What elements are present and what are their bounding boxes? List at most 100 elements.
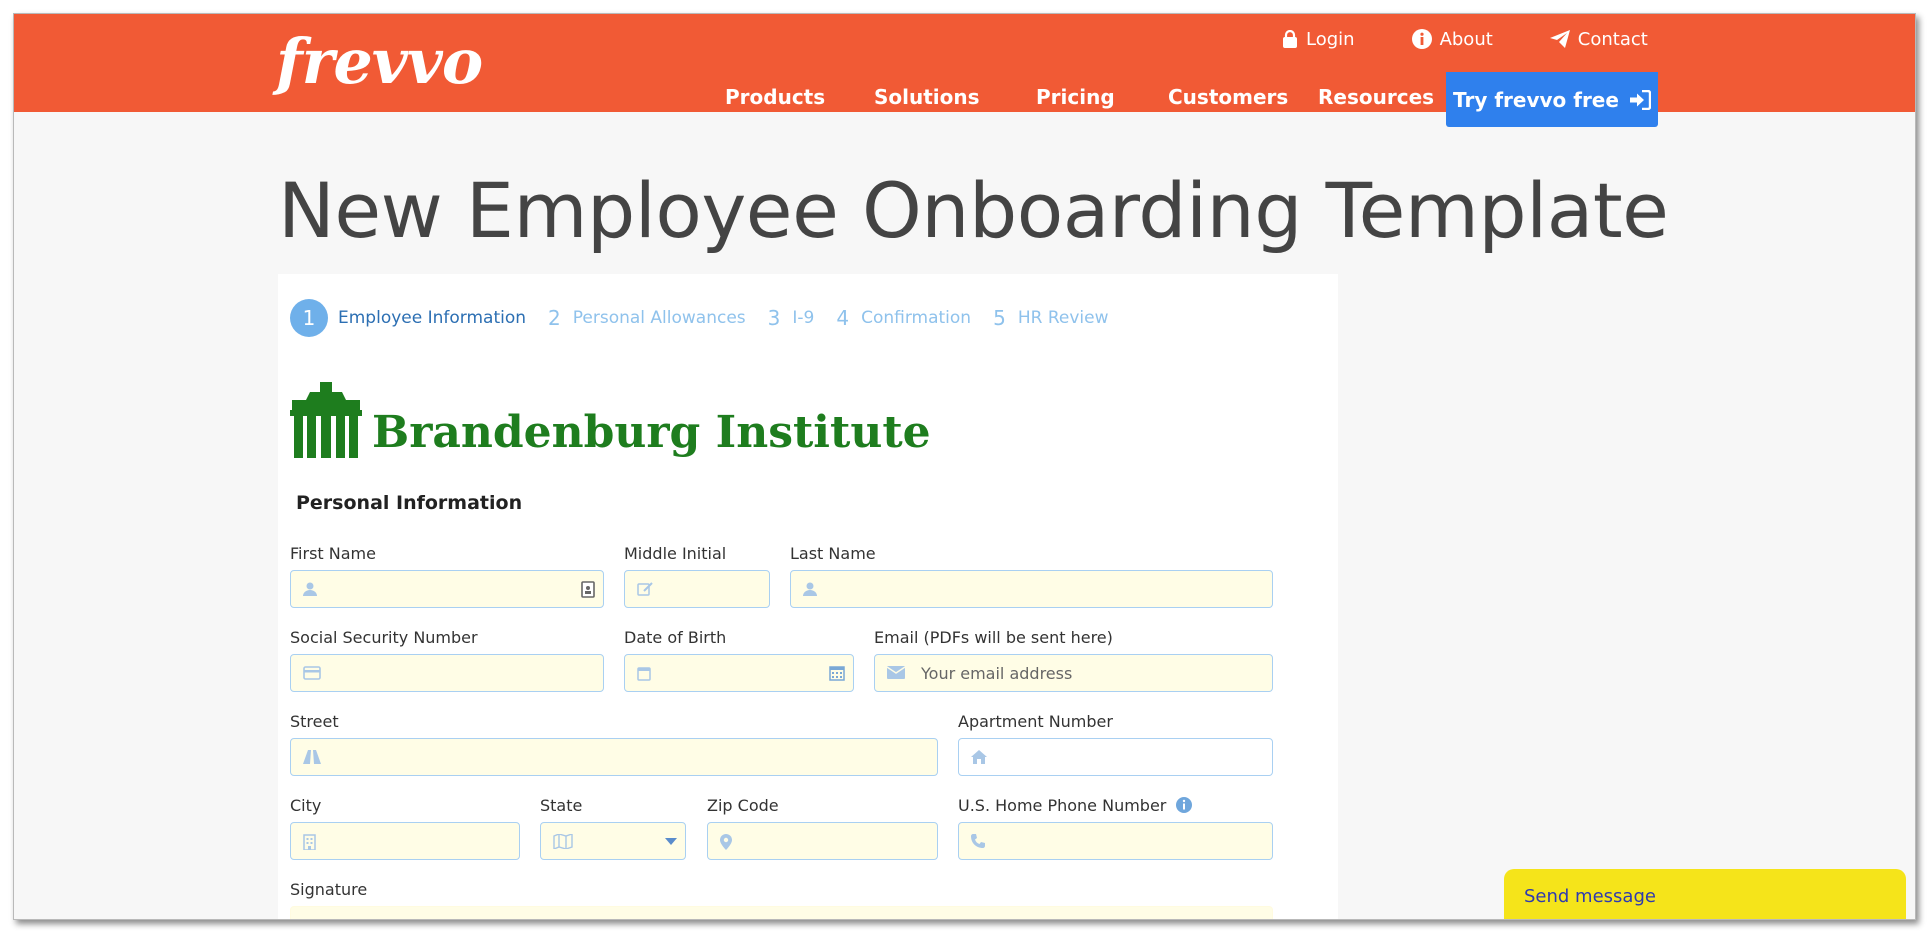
step-number: 5 [993,306,1006,330]
chevron-down-icon[interactable] [665,838,677,846]
section-title-personal-information: Personal Information [296,492,523,514]
contact-link[interactable]: Contact [1549,28,1648,50]
zip-label: Zip Code [707,795,779,815]
phone-icon [971,834,985,848]
last-name-label: Last Name [790,543,876,563]
lock-icon [1283,30,1297,48]
sign-in-icon [1629,89,1651,110]
step-label: Confirmation [861,308,972,328]
city-field: City [290,794,520,860]
browser-viewport: frevvo Login About Contact Products Solu… [13,13,1916,920]
login-link[interactable]: Login [1282,29,1355,50]
nav-solutions[interactable]: Solutions [874,70,980,124]
step-i9[interactable]: 3 I-9 [768,306,815,330]
edit-icon [637,582,653,596]
phone-label: U.S. Home Phone Number [958,795,1167,815]
brand-name: Brandenburg Institute [372,407,931,458]
step-number: 4 [836,306,850,330]
pencil-icon [303,919,319,920]
nav-customers[interactable]: Customers [1168,70,1288,124]
first-name-field: First Name [290,542,604,608]
first-name-input[interactable] [290,570,604,608]
apartment-field: Apartment Number [958,710,1273,776]
middle-initial-field: Middle Initial [624,542,770,608]
last-name-input[interactable] [790,570,1273,608]
dob-label: Date of Birth [624,627,727,647]
page-title: New Employee Onboarding Template [278,166,1669,255]
contact-card-icon[interactable] [581,581,595,598]
road-icon [303,750,321,764]
step-number: 1 [290,299,328,337]
state-select[interactable] [540,822,686,860]
street-field: Street [290,710,938,776]
home-icon [971,750,987,764]
send-message-button[interactable]: Send message [1504,869,1906,919]
nav-products[interactable]: Products [725,70,825,124]
site-header: frevvo Login About Contact Products Solu… [14,14,1915,127]
email-field: Email (PDFs will be sent here) Your emai… [874,626,1273,692]
email-label: Email (PDFs will be sent here) [874,627,1113,647]
street-input[interactable] [290,738,938,776]
state-field: State [540,794,686,860]
city-input[interactable] [290,822,520,860]
step-label: I-9 [792,308,815,328]
step-hr-review[interactable]: 5 HR Review [993,306,1108,330]
brandenburg-gate-icon [290,382,362,458]
email-input[interactable]: Your email address [874,654,1273,692]
contact-label: Contact [1577,28,1648,50]
phone-label-row: U.S. Home Phone Number [958,794,1273,816]
info-icon [1411,29,1432,49]
step-personal-allowances[interactable]: 2 Personal Allowances [548,306,746,330]
phone-field: U.S. Home Phone Number [958,794,1273,860]
nav-pricing[interactable]: Pricing [1036,70,1115,124]
step-label: HR Review [1017,308,1109,328]
step-label: Personal Allowances [572,308,746,328]
signature-field: Signature [290,878,1273,920]
step-number: 2 [548,306,561,330]
nav-resources[interactable]: Resources [1318,70,1434,124]
middle-initial-label: Middle Initial [624,543,727,563]
top-links: Login About Contact [1282,22,1692,56]
middle-initial-input[interactable] [624,570,770,608]
try-frevvo-free-button[interactable]: Try frevvo free [1446,72,1658,127]
credit-card-icon [303,666,321,680]
dob-field: Date of Birth [624,626,854,692]
onboarding-form: 1 Employee Information 2 Personal Allowa… [278,274,1338,920]
signature-pad[interactable] [290,906,1273,920]
phone-input[interactable] [958,822,1273,860]
info-icon[interactable] [1176,797,1193,813]
login-label: Login [1306,28,1355,50]
send-message-label: Send message [1524,885,1656,907]
wizard-steps: 1 Employee Information 2 Personal Allowa… [290,298,1130,338]
apartment-input[interactable] [958,738,1273,776]
ssn-input[interactable] [290,654,604,692]
zip-input[interactable] [707,822,938,860]
ssn-field: Social Security Number [290,626,604,692]
brand-logo: Brandenburg Institute [290,382,931,458]
street-label: Street [290,711,339,731]
state-label: State [540,795,583,815]
paper-plane-icon [1549,30,1570,48]
about-link[interactable]: About [1411,28,1493,50]
map-icon [553,834,573,849]
city-label: City [290,795,322,815]
about-label: About [1439,28,1493,50]
step-label: Employee Information [338,308,527,328]
map-marker-icon [720,834,732,850]
try-frevvo-free-label: Try frevvo free [1453,87,1619,112]
zip-field: Zip Code [707,794,938,860]
step-number: 3 [767,306,781,330]
step-employee-information[interactable]: 1 Employee Information [290,299,526,337]
first-name-label: First Name [290,543,376,563]
envelope-icon [887,666,905,679]
signature-label: Signature [290,879,368,899]
step-confirmation[interactable]: 4 Confirmation [836,306,971,330]
apartment-label: Apartment Number [958,711,1113,731]
ssn-label: Social Security Number [290,627,478,647]
calendar-picker-icon[interactable] [829,665,845,681]
email-placeholder: Your email address [921,663,1073,683]
calendar-icon [637,667,651,681]
last-name-field: Last Name [790,542,1273,608]
dob-input[interactable] [624,654,854,692]
building-icon [303,834,316,850]
